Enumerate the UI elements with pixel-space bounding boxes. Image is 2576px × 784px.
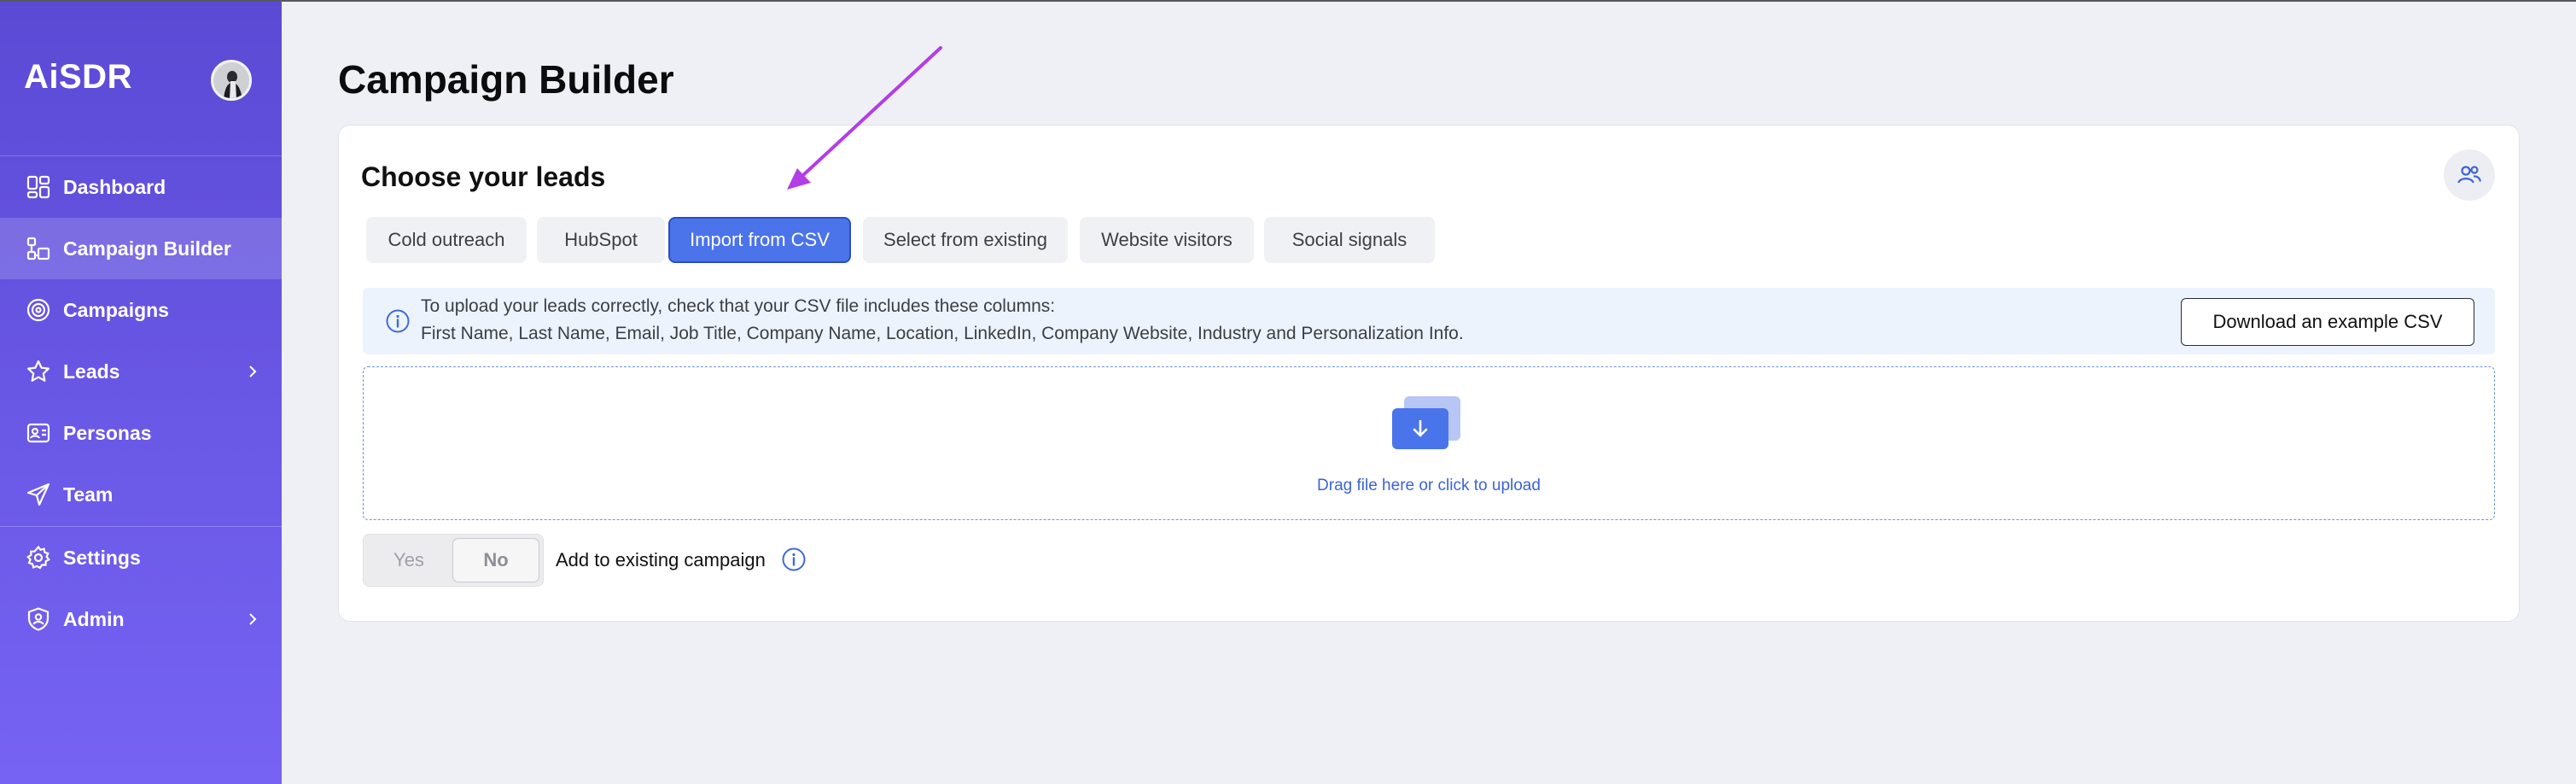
toggle-yes-option[interactable]: Yes xyxy=(364,535,454,586)
sidebar-item-label: Campaigns xyxy=(63,298,169,321)
sidebar-item-label: Personas xyxy=(63,421,152,444)
sidebar-item-label: Settings xyxy=(63,546,141,569)
sidebar-item-admin[interactable]: Admin xyxy=(0,588,282,650)
csv-columns-info: To upload your leads correctly, check th… xyxy=(363,288,2495,354)
campaign-builder-icon xyxy=(25,235,52,262)
people-icon xyxy=(2457,166,2481,184)
sidebar-item-dashboard[interactable]: Dashboard xyxy=(0,156,282,218)
add-to-existing-label: Add to existing campaign xyxy=(556,549,766,570)
tab-import-from-csv[interactable]: Import from CSV xyxy=(668,217,851,263)
chevron-right-icon xyxy=(249,613,257,625)
info-text-line1: To upload your leads correctly, check th… xyxy=(421,296,1056,316)
sidebar-item-personas[interactable]: Personas xyxy=(0,402,282,464)
info-icon xyxy=(386,309,410,333)
sidebar-item-label: Dashboard xyxy=(63,175,166,198)
tab-hubspot[interactable]: HubSpot xyxy=(537,217,665,263)
window-top-border xyxy=(0,0,2576,2)
gear-icon xyxy=(25,544,52,571)
tab-cold-outreach[interactable]: Cold outreach xyxy=(366,217,527,263)
sidebar-item-label: Leads xyxy=(63,360,120,383)
sidebar-item-leads[interactable]: Leads xyxy=(0,341,282,402)
upload-icon xyxy=(1392,396,1464,451)
sidebar-item-label: Admin xyxy=(63,607,125,630)
sidebar-item-label: Team xyxy=(63,483,114,506)
tab-website-visitors[interactable]: Website visitors xyxy=(1080,217,1254,263)
download-example-csv-button[interactable]: Download an example CSV xyxy=(2181,298,2474,346)
file-dropzone[interactable]: Drag file here or click to upload xyxy=(363,366,2495,520)
shield-user-icon xyxy=(25,606,52,633)
paper-plane-icon xyxy=(25,481,52,508)
avatar-icon xyxy=(213,62,249,98)
choose-leads-card: Choose your leads Cold outreach HubSpot … xyxy=(338,125,2520,622)
sidebar-item-team[interactable]: Team xyxy=(0,464,282,525)
toggle-no-option[interactable]: No xyxy=(452,538,539,582)
target-icon xyxy=(25,296,52,324)
add-to-existing-toggle[interactable]: Yes No xyxy=(363,534,544,587)
card-title: Choose your leads xyxy=(361,161,606,192)
sidebar-item-label: Campaign Builder xyxy=(63,237,231,260)
persona-card-icon xyxy=(25,419,52,447)
dashboard-icon xyxy=(25,173,52,201)
dropzone-text: Drag file here or click to upload xyxy=(1317,477,1541,494)
info-text-line2: First Name, Last Name, Email, Job Title,… xyxy=(421,324,1464,343)
team-members-button[interactable] xyxy=(2444,149,2495,201)
sidebar-item-settings[interactable]: Settings xyxy=(0,527,282,588)
sidebar: AiSDR Dashboard Campaign Builder Campaig… xyxy=(0,0,282,784)
sidebar-item-campaigns[interactable]: Campaigns xyxy=(0,279,282,341)
user-avatar[interactable] xyxy=(211,60,252,101)
chevron-right-icon xyxy=(249,366,257,377)
arrow-down-icon xyxy=(1413,419,1428,437)
page-title: Campaign Builder xyxy=(338,57,674,102)
info-icon[interactable] xyxy=(781,547,807,572)
sidebar-item-campaign-builder[interactable]: Campaign Builder xyxy=(0,218,282,279)
tab-social-signals[interactable]: Social signals xyxy=(1264,217,1435,263)
star-icon xyxy=(25,358,52,385)
tab-select-from-existing[interactable]: Select from existing xyxy=(863,217,1068,263)
app-logo[interactable]: AiSDR xyxy=(24,58,132,97)
